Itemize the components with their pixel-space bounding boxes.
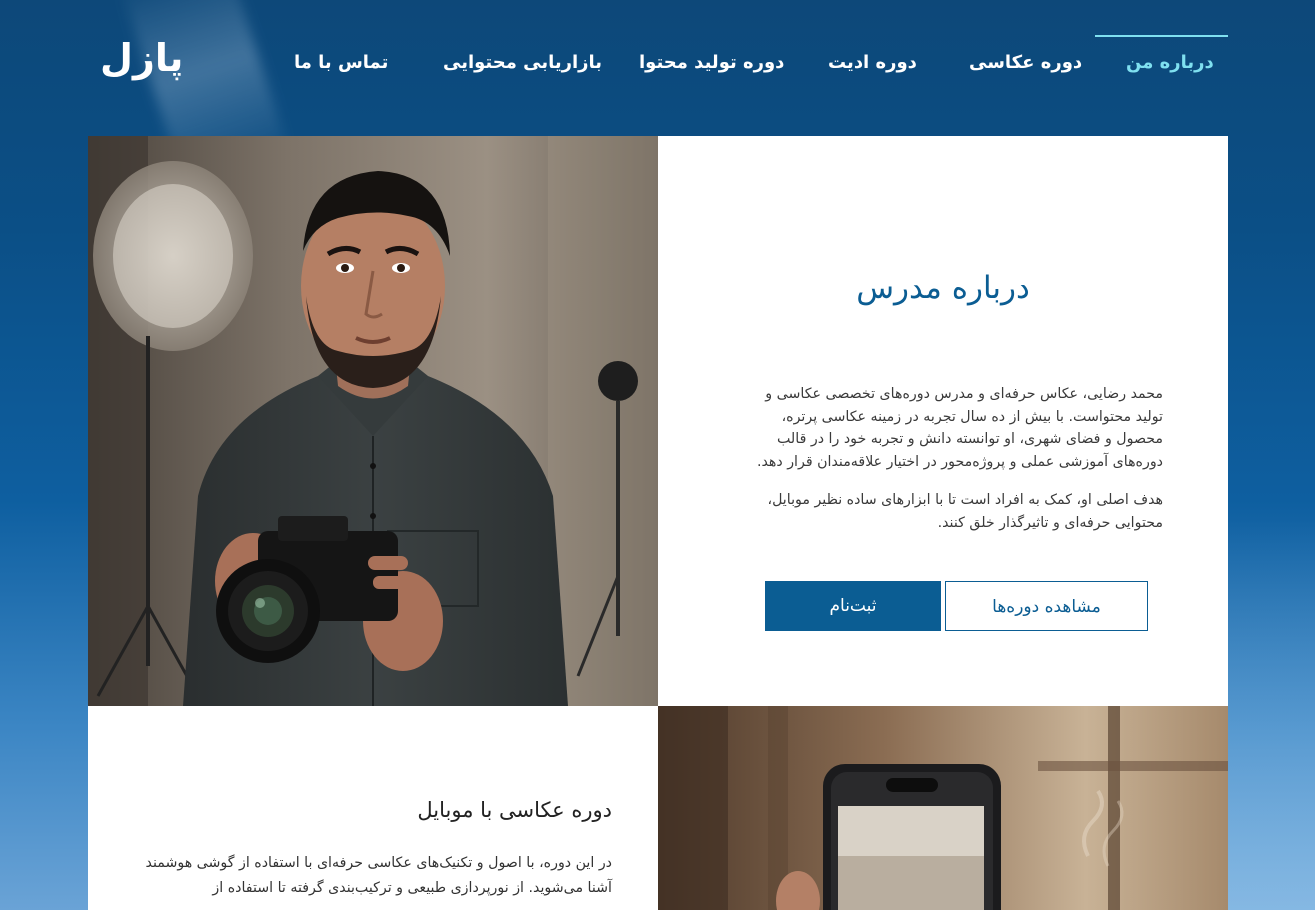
course-description: در این دوره، با اصول و تکنیک‌های عکاسی ح…	[145, 855, 612, 896]
nav-item-contact-us[interactable]: تماس با ما	[294, 52, 388, 73]
nav-item-content-marketing[interactable]: بازاریابی محتوایی	[443, 52, 602, 73]
nav-item-about-me[interactable]: درباره من	[1126, 52, 1214, 73]
top-navigation: پازل درباره من دوره عکاسی دوره ادیت دوره…	[0, 0, 1315, 130]
view-courses-button[interactable]: مشاهده دوره‌ها	[945, 581, 1148, 631]
about-paragraph-2: هدف اصلی او، کمک به افراد است تا با ابزا…	[767, 492, 1163, 531]
mobile-photography-image	[658, 706, 1228, 910]
nav-item-photography-course[interactable]: دوره عکاسی	[969, 52, 1082, 73]
about-paragraph-1: محمد رضایی، عکاس حرفه‌ای و مدرس دوره‌های…	[756, 386, 1163, 470]
nav-item-editing-course[interactable]: دوره ادیت	[828, 52, 917, 73]
nav-item-content-creation-course[interactable]: دوره تولید محتوا	[639, 52, 784, 73]
about-instructor-card: درباره مدرس محمد رضایی، عکاس حرفه‌ای و م…	[658, 136, 1228, 706]
phone-illustration	[658, 706, 1228, 910]
register-button[interactable]: ثبت‌نام	[765, 581, 941, 631]
mobile-photography-course-card: دوره عکاسی با موبایل در این دوره، با اصو…	[88, 706, 658, 910]
site-logo[interactable]: پازل	[100, 36, 183, 80]
nav-active-indicator	[1095, 35, 1228, 37]
course-title: دوره عکاسی با موبایل	[417, 798, 612, 822]
instructor-illustration	[88, 136, 658, 706]
about-description: محمد رضایی، عکاس حرفه‌ای و مدرس دوره‌های…	[753, 383, 1163, 550]
about-title: درباره مدرس	[856, 270, 1030, 306]
instructor-photo	[88, 136, 658, 706]
